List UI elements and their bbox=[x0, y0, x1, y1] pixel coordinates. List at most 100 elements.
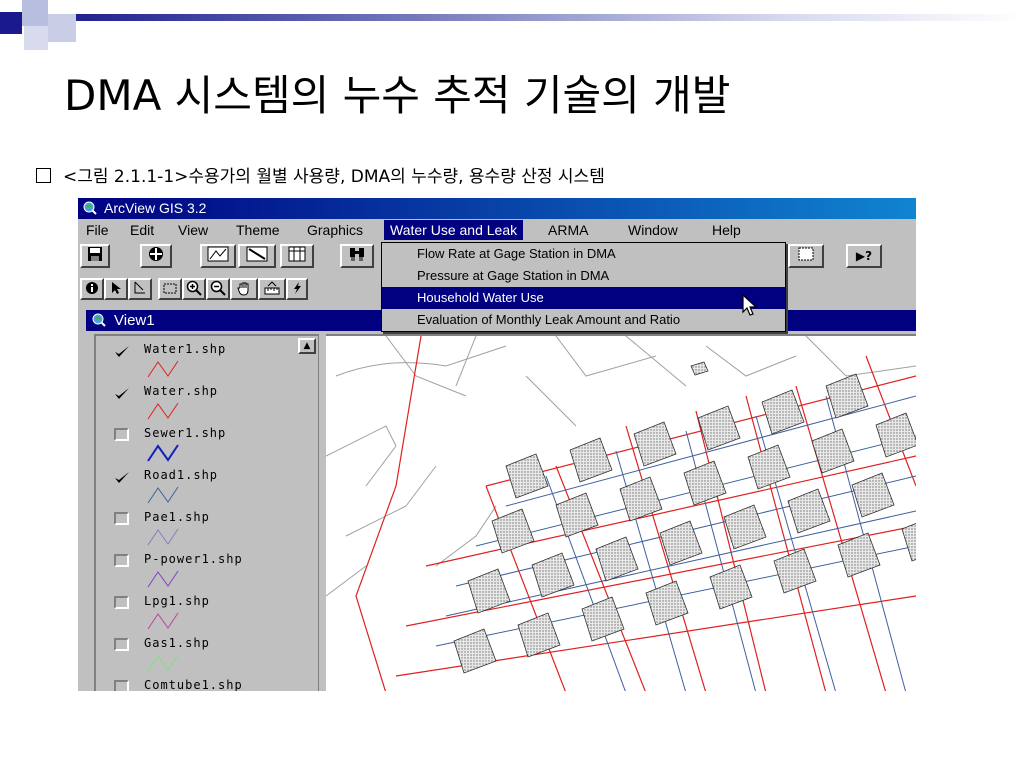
menu-item-pressure[interactable]: Pressure at Gage Station in DMA bbox=[382, 265, 785, 287]
scroll-up-button[interactable]: ▲ bbox=[298, 338, 316, 354]
building-block bbox=[645, 580, 689, 626]
building-block bbox=[659, 520, 703, 566]
pointer-icon bbox=[110, 281, 122, 298]
menu-item-flow-rate[interactable]: Flow Rate at Gage Station in DMA bbox=[382, 243, 785, 265]
line-symbol-icon bbox=[146, 485, 182, 505]
layer-name: Water.shp bbox=[144, 384, 219, 398]
view-title: View1 bbox=[114, 312, 155, 329]
hotlink-tool[interactable] bbox=[286, 278, 308, 300]
menu-graphics[interactable]: Graphics bbox=[301, 220, 369, 240]
pointer-tool[interactable] bbox=[104, 278, 128, 300]
layer-checkbox[interactable] bbox=[114, 638, 129, 651]
menu-theme[interactable]: Theme bbox=[230, 220, 286, 240]
building-block bbox=[581, 596, 625, 642]
help-icon: ▶? bbox=[855, 249, 873, 263]
menu-view[interactable]: View bbox=[172, 220, 214, 240]
zoom-in-tool[interactable] bbox=[182, 278, 206, 300]
layer-name: Gas1.shp bbox=[144, 636, 210, 650]
layer-row[interactable]: Comtube1.shp bbox=[96, 676, 296, 691]
building-block bbox=[787, 488, 831, 534]
edit-legend-icon bbox=[246, 246, 268, 266]
road-line bbox=[326, 425, 397, 487]
layer-name: Pae1.shp bbox=[144, 510, 210, 524]
figure-caption: <그림 2.1.1-1>수용가의 월별 사용량, DMA의 누수량, 용수량 산… bbox=[36, 162, 605, 187]
decor-square bbox=[48, 14, 76, 42]
building-block bbox=[901, 522, 916, 562]
menu-help[interactable]: Help bbox=[706, 220, 747, 240]
vertex-icon bbox=[133, 281, 147, 298]
layer-checkbox[interactable] bbox=[114, 596, 129, 609]
line-symbol-icon bbox=[146, 443, 182, 463]
layer-row[interactable]: Pae1.shp bbox=[96, 508, 296, 550]
triangle-up-icon: ▲ bbox=[303, 341, 311, 351]
theme-properties-button[interactable] bbox=[200, 244, 236, 268]
zoom-out-tool[interactable] bbox=[206, 278, 230, 300]
pan-icon bbox=[236, 280, 252, 298]
pane-divider[interactable] bbox=[318, 334, 326, 691]
building-block bbox=[505, 453, 549, 499]
layer-checkbox[interactable] bbox=[114, 554, 129, 567]
building-block bbox=[747, 444, 791, 490]
building-block bbox=[633, 421, 677, 467]
decor-square bbox=[0, 12, 22, 34]
map-canvas[interactable] bbox=[326, 334, 916, 691]
road-line bbox=[385, 336, 467, 397]
checkmark-icon[interactable] bbox=[114, 386, 129, 399]
find-button[interactable] bbox=[340, 244, 374, 268]
layer-row[interactable]: Water1.shp bbox=[96, 340, 296, 382]
water-use-dropdown: Flow Rate at Gage Station in DMA Pressur… bbox=[381, 242, 786, 332]
menu-file[interactable]: File bbox=[80, 220, 115, 240]
zoom-extent-button[interactable] bbox=[788, 244, 824, 268]
layer-row[interactable]: Sewer1.shp bbox=[96, 424, 296, 466]
building-block bbox=[555, 492, 599, 538]
layer-checkbox[interactable] bbox=[114, 428, 129, 441]
save-button[interactable] bbox=[80, 244, 110, 268]
road-line bbox=[555, 336, 657, 377]
building-block bbox=[825, 373, 869, 419]
arcview-window: ArcView GIS 3.2 File Edit View Theme Gra… bbox=[78, 198, 916, 691]
line-symbol-icon bbox=[146, 569, 182, 589]
checkmark-icon[interactable] bbox=[114, 344, 129, 357]
menu-window[interactable]: Window bbox=[622, 220, 684, 240]
layer-row[interactable]: Lpg1.shp bbox=[96, 592, 296, 634]
add-theme-button[interactable] bbox=[140, 244, 172, 268]
menu-water-use-and-leak[interactable]: Water Use and Leak bbox=[384, 220, 524, 240]
bullet-icon bbox=[36, 168, 51, 183]
measure-tool[interactable] bbox=[258, 278, 286, 300]
menu-item-leak-evaluation[interactable]: Evaluation of Monthly Leak Amount and Ra… bbox=[382, 309, 785, 331]
building-block bbox=[491, 508, 535, 554]
select-box-tool[interactable] bbox=[158, 278, 182, 300]
table-button[interactable] bbox=[280, 244, 314, 268]
building-block bbox=[683, 460, 727, 506]
checkmark-icon[interactable] bbox=[114, 470, 129, 483]
layer-name: Road1.shp bbox=[144, 468, 219, 482]
line-symbol-icon bbox=[146, 527, 182, 547]
measure-icon bbox=[264, 280, 280, 298]
edit-legend-button[interactable] bbox=[238, 244, 276, 268]
layer-row[interactable]: P-power1.shp bbox=[96, 550, 296, 592]
slide-title: DMA 시스템의 누수 추적 기술의 개발 bbox=[64, 71, 731, 120]
layer-row[interactable]: Water.shp bbox=[96, 382, 296, 424]
table-icon bbox=[288, 246, 306, 266]
water-main-line bbox=[625, 425, 707, 691]
layer-row[interactable]: Road1.shp bbox=[96, 466, 296, 508]
identify-tool[interactable] bbox=[80, 278, 104, 300]
zoom-extent-icon bbox=[797, 246, 815, 266]
vertex-tool[interactable] bbox=[128, 278, 152, 300]
globe-icon bbox=[92, 310, 106, 331]
road-line bbox=[805, 336, 916, 377]
menu-edit[interactable]: Edit bbox=[124, 220, 160, 240]
decor-square bbox=[22, 0, 48, 26]
layer-checkbox[interactable] bbox=[114, 512, 129, 525]
layer-checkbox[interactable] bbox=[114, 680, 129, 691]
help-button[interactable]: ▶? bbox=[846, 244, 882, 268]
road-line bbox=[705, 345, 797, 377]
menu-arma[interactable]: ARMA bbox=[542, 220, 594, 240]
layer-name: Sewer1.shp bbox=[144, 426, 227, 440]
line-symbol-icon bbox=[146, 401, 182, 421]
menu-item-household-water-use[interactable]: Household Water Use bbox=[382, 287, 785, 309]
line-symbol-icon bbox=[146, 359, 182, 379]
layer-row[interactable]: Gas1.shp bbox=[96, 634, 296, 676]
pan-tool[interactable] bbox=[230, 278, 258, 300]
decor-bar bbox=[48, 14, 1024, 21]
